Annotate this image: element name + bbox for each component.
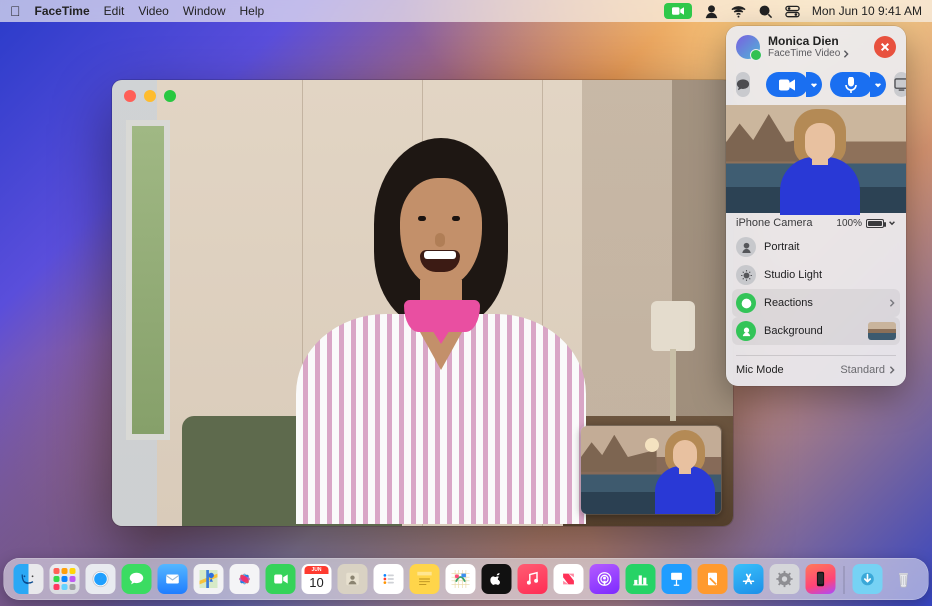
- apple-menu[interactable]: : [10, 3, 21, 19]
- studio-light-icon: [736, 265, 756, 285]
- screen-share-button[interactable]: [894, 72, 906, 97]
- camera-source-label: iPhone Camera: [736, 217, 812, 229]
- portrait-icon: [736, 237, 756, 257]
- mic-mode-row[interactable]: Mic Mode Standard: [726, 358, 906, 386]
- dock-pages[interactable]: [698, 564, 728, 594]
- caller-avatar: [736, 35, 760, 59]
- chevron-down-icon: [888, 219, 896, 227]
- menubar-item-video[interactable]: Video: [138, 4, 168, 18]
- dock-mail[interactable]: [158, 564, 188, 594]
- camera-in-use-indicator[interactable]: [664, 3, 692, 19]
- mic-options-chevron[interactable]: [870, 72, 886, 97]
- window-minimize-button[interactable]: [144, 90, 156, 102]
- chevron-right-icon: [888, 366, 896, 374]
- dock-launchpad[interactable]: [50, 564, 80, 594]
- dock-news[interactable]: [554, 564, 584, 594]
- mic-mode-label: Mic Mode: [736, 364, 784, 376]
- option-reactions-label: Reactions: [764, 297, 880, 309]
- menubar-item-edit[interactable]: Edit: [104, 4, 125, 18]
- window-close-button[interactable]: [124, 90, 136, 102]
- calendar-month: JUN: [305, 566, 329, 574]
- option-background-label: Background: [764, 325, 860, 337]
- menubar-datetime[interactable]: Mon Jun 10 9:41 AM: [812, 4, 922, 18]
- dock-maps[interactable]: [194, 564, 224, 594]
- menubar-app-name[interactable]: FaceTime: [35, 4, 90, 18]
- option-reactions[interactable]: Reactions: [732, 289, 900, 317]
- reactions-icon: [736, 293, 756, 313]
- menubar-item-help[interactable]: Help: [240, 4, 265, 18]
- dock-settings[interactable]: [770, 564, 800, 594]
- camera-source-row[interactable]: iPhone Camera 100%: [726, 213, 906, 231]
- control-center-icon[interactable]: [785, 4, 800, 19]
- chevron-right-icon: [888, 299, 896, 307]
- camera-battery-pct: 100%: [836, 218, 862, 229]
- menu-bar:  FaceTime Edit Video Window Help Mon Ju…: [0, 0, 932, 22]
- video-options-chevron[interactable]: [806, 72, 822, 97]
- dock-messages[interactable]: [122, 564, 152, 594]
- option-studio-light-label: Studio Light: [764, 269, 896, 281]
- menubar-item-window[interactable]: Window: [183, 4, 226, 18]
- option-portrait[interactable]: Portrait: [732, 233, 900, 261]
- dock-appstore[interactable]: [734, 564, 764, 594]
- dock-podcasts[interactable]: [590, 564, 620, 594]
- end-call-button[interactable]: [874, 36, 896, 58]
- user-icon[interactable]: [704, 4, 719, 19]
- dock-freeform[interactable]: [446, 564, 476, 594]
- background-icon: [736, 321, 756, 341]
- self-view-pip[interactable]: [581, 426, 721, 514]
- spotlight-search-icon[interactable]: [758, 4, 773, 19]
- window-zoom-button[interactable]: [164, 90, 176, 102]
- chevron-right-icon: [842, 50, 850, 58]
- background-thumbnail: [868, 322, 896, 340]
- messages-button[interactable]: [736, 72, 750, 97]
- video-effects-popover: Monica Dien FaceTime Video: [726, 26, 906, 386]
- mic-toggle-button[interactable]: [830, 72, 886, 97]
- dock-separator: [844, 566, 845, 594]
- battery-icon: [866, 219, 884, 228]
- dock-trash[interactable]: [889, 564, 919, 594]
- dock-finder[interactable]: [14, 564, 44, 594]
- dock-calendar[interactable]: JUN 10: [302, 564, 332, 594]
- option-studio-light[interactable]: Studio Light: [732, 261, 900, 289]
- call-type-label[interactable]: FaceTime Video: [768, 48, 866, 60]
- svg-text:tv: tv: [494, 579, 500, 586]
- dock-iphone-mirroring[interactable]: [806, 564, 836, 594]
- video-toggle-button[interactable]: [766, 72, 822, 97]
- option-background[interactable]: Background: [732, 317, 900, 345]
- dock-downloads[interactable]: [853, 564, 883, 594]
- window-controls: [124, 90, 176, 102]
- dock-notes[interactable]: [410, 564, 440, 594]
- dock-contacts[interactable]: [338, 564, 368, 594]
- dock-photos[interactable]: [230, 564, 260, 594]
- dock-reminders[interactable]: [374, 564, 404, 594]
- wifi-icon[interactable]: [731, 4, 746, 19]
- calendar-day: 10: [302, 575, 332, 590]
- option-portrait-label: Portrait: [764, 241, 896, 253]
- dock-facetime[interactable]: [266, 564, 296, 594]
- dock-keynote[interactable]: [662, 564, 692, 594]
- dock-music[interactable]: [518, 564, 548, 594]
- dock-numbers[interactable]: [626, 564, 656, 594]
- facetime-window: [112, 80, 733, 526]
- dock-safari[interactable]: [86, 564, 116, 594]
- dock: JUN 10 tv: [4, 558, 929, 600]
- mic-mode-value: Standard: [840, 364, 885, 376]
- caller-name: Monica Dien: [768, 34, 866, 48]
- self-preview: [726, 105, 906, 213]
- dock-tv[interactable]: tv: [482, 564, 512, 594]
